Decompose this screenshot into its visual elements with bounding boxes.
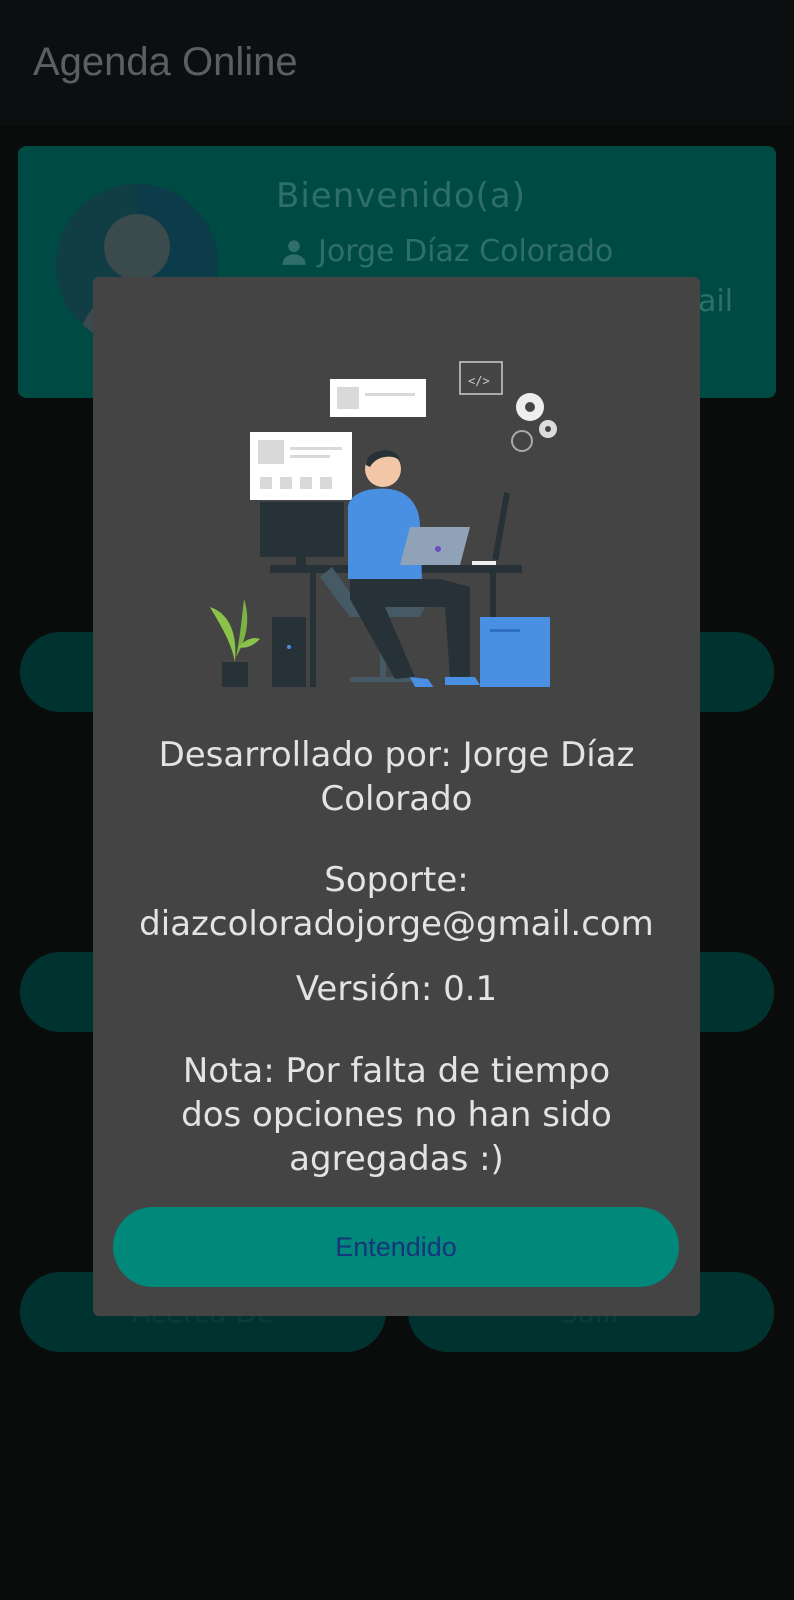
note-text: Nota: Por falta de tiempo dos opciones n… — [181, 1051, 612, 1179]
developer-text: Desarrollado por: Jorge Díaz Colorado — [158, 735, 635, 819]
support-label: Soporte: — [324, 860, 469, 900]
support-email: diazcoloradojorge@gmail.com — [139, 904, 654, 944]
version-text: Versión: 0.1 — [295, 969, 498, 1009]
user-name: Jorge Díaz Colorado — [318, 234, 614, 269]
user-name-row: Jorge Díaz Colorado — [280, 234, 613, 269]
app-bar: Agenda Online — [0, 0, 794, 126]
app-title: Agenda Online — [33, 40, 298, 84]
svg-text:</>: </> — [468, 374, 490, 388]
support-info: Soporte: diazcoloradojorge@gmail.com — [103, 858, 690, 946]
understood-button[interactable]: Entendido — [113, 1207, 679, 1287]
person-icon — [282, 239, 306, 265]
about-dialog: </> Desarrollado por: Jorge Díaz Colorad… — [93, 277, 700, 1316]
welcome-text: Bienvenido(a) — [276, 176, 527, 216]
developer-illustration: </> — [210, 361, 557, 687]
user-email: ail — [698, 284, 734, 319]
